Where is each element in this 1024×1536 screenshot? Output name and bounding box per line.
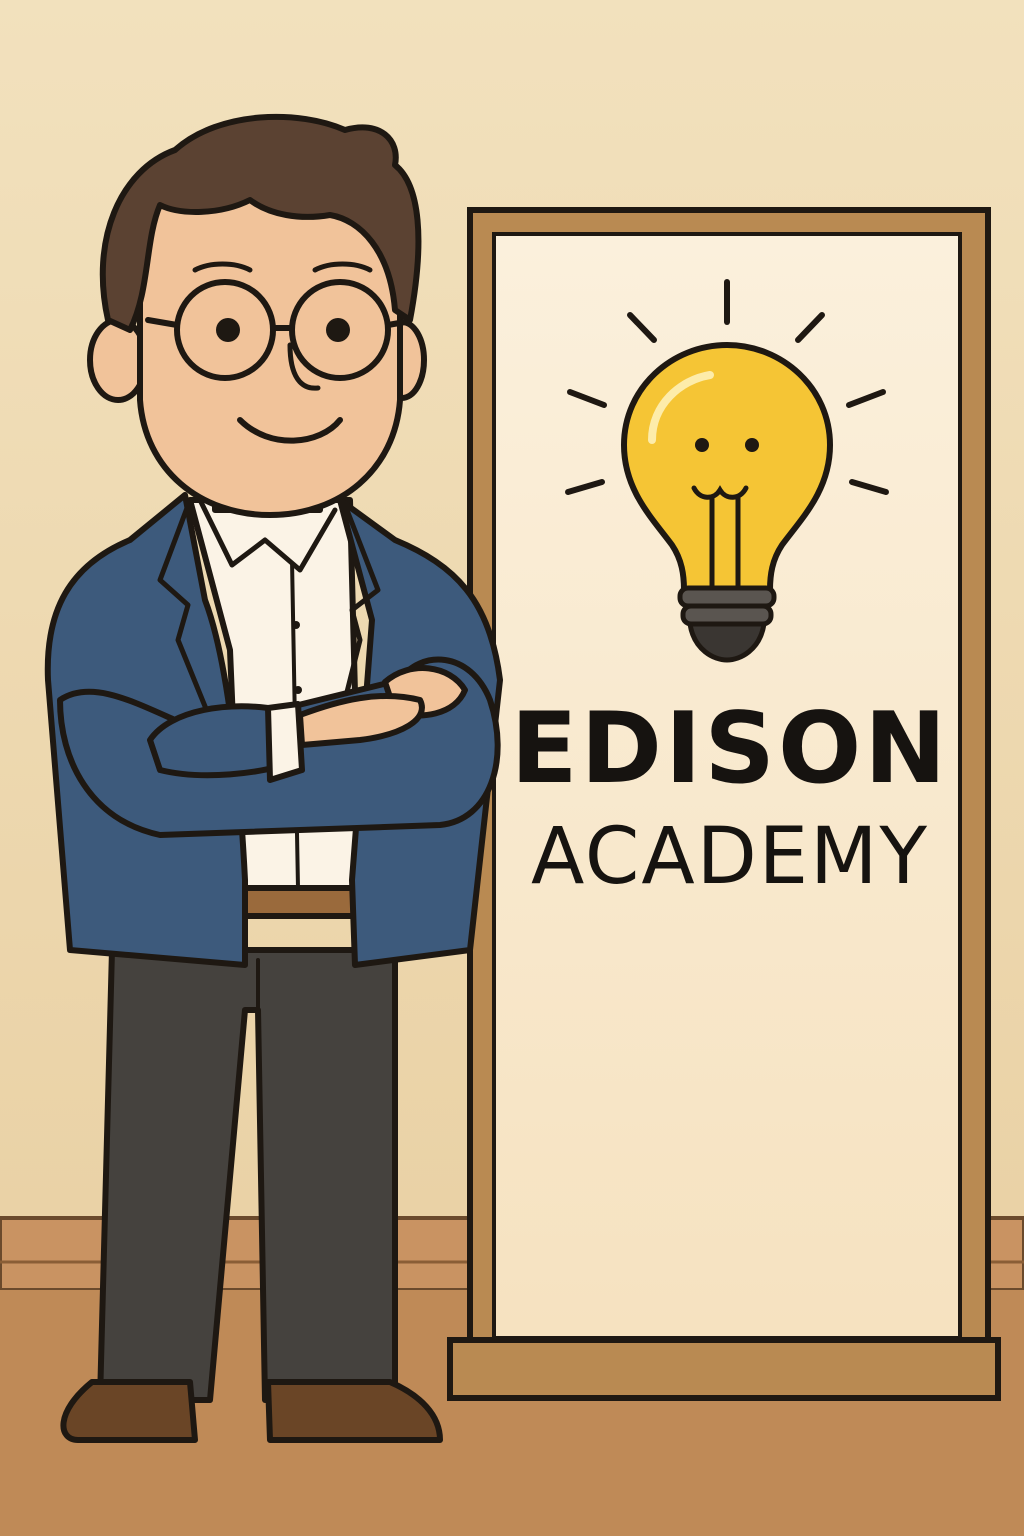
banner-title: EDISON [510, 692, 950, 806]
banner-subtitle: ACADEMY [530, 812, 930, 902]
left-shoe [60, 1379, 198, 1443]
illustration-scene: EDISON ACADEMY [0, 0, 1024, 1536]
banner-base [447, 1337, 1001, 1401]
cuff [265, 701, 305, 783]
